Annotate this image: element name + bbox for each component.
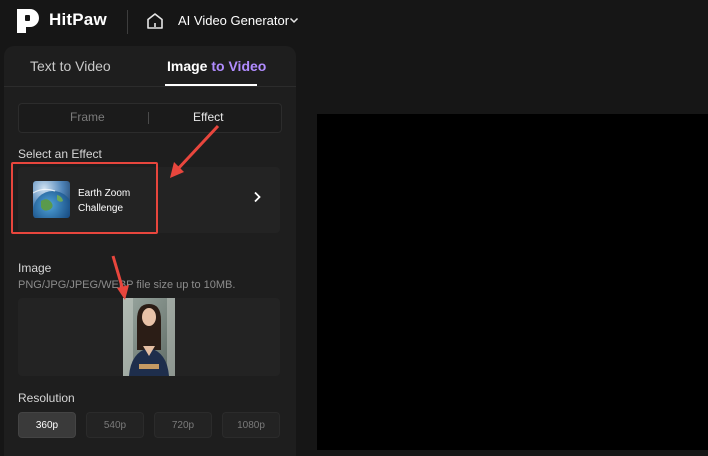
tab-image-to-video[interactable]: Image to Video [167,58,266,74]
video-preview-area [317,114,708,450]
hitpaw-logo-icon[interactable] [14,6,42,36]
resolution-option-720p[interactable]: 720p [154,412,212,438]
portrait-photo [123,298,175,376]
tab-image-to-video-highlight: to Video [211,58,267,74]
tab-divider [4,86,296,87]
nav-title-dropdown[interactable]: AI Video Generator [178,13,289,28]
tab-image-to-video-prefix: Image [167,58,212,74]
active-tab-indicator [165,84,257,86]
header-divider [127,10,128,34]
resolution-option-540p[interactable]: 540p [86,412,144,438]
select-effect-label: Select an Effect [18,147,102,161]
mode-effect[interactable]: Effect [193,110,223,124]
image-format-hint: PNG/JPG/JPEG/WEBP file size up to 10MB. [18,279,236,291]
brand-name: HitPaw [49,10,107,29]
tab-text-to-video[interactable]: Text to Video [30,58,111,74]
resolution-label: Resolution [18,391,75,405]
chevron-right-icon[interactable] [250,190,264,204]
mode-frame[interactable]: Frame [70,110,105,124]
mode-segmented-control [18,103,282,133]
annotation-highlight-box [11,162,158,234]
home-icon[interactable] [145,11,165,31]
top-bar: HitPaw AI Video Generator [0,0,708,44]
mode-divider [148,112,149,124]
image-label: Image [18,261,52,275]
resolution-option-1080p[interactable]: 1080p [222,412,280,438]
resolution-option-360p[interactable]: 360p [18,412,76,438]
chevron-down-icon[interactable] [289,15,299,25]
